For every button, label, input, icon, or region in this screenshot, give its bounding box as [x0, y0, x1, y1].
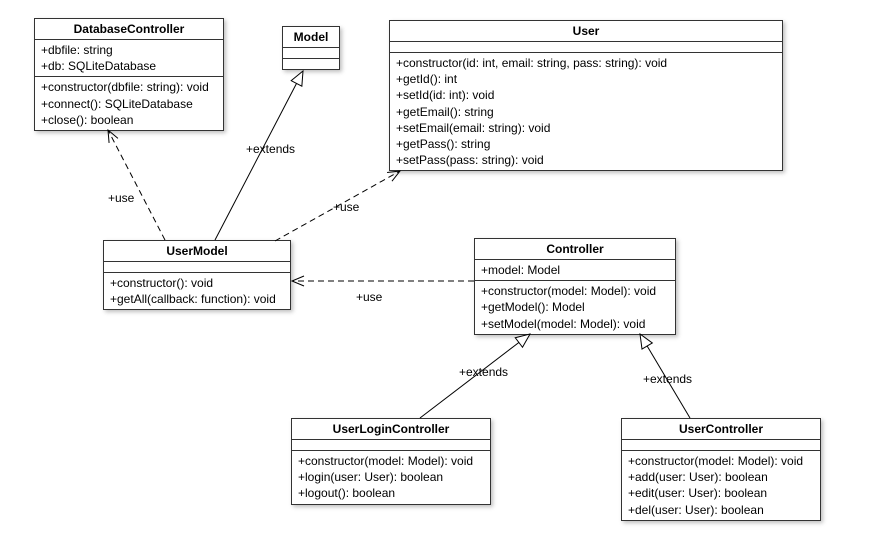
- class-database-controller: DatabaseController +dbfile: string +db: …: [34, 18, 224, 131]
- class-ops: +constructor(model: Model): void +getMod…: [475, 281, 675, 334]
- class-op: +constructor(dbfile: string): void: [41, 79, 217, 95]
- class-title: UserController: [622, 419, 820, 440]
- class-op: +connect(): SQLiteDatabase: [41, 96, 217, 112]
- class-attrs: [292, 440, 490, 451]
- class-ops: [283, 59, 339, 69]
- rel-label-use: +use: [108, 191, 134, 205]
- class-op: +setEmail(email: string): void: [396, 120, 776, 136]
- class-op: +del(user: User): boolean: [628, 502, 814, 518]
- class-model: Model: [282, 26, 340, 70]
- class-attrs: [390, 42, 782, 53]
- class-user-controller: UserController +constructor(model: Model…: [621, 418, 821, 521]
- class-ops: +constructor(model: Model): void +login(…: [292, 451, 490, 504]
- class-controller: Controller +model: Model +constructor(mo…: [474, 238, 676, 335]
- class-attrs: +dbfile: string +db: SQLiteDatabase: [35, 40, 223, 77]
- class-op: +constructor(model: Model): void: [628, 453, 814, 469]
- rel-label-extends: +extends: [246, 142, 295, 156]
- class-user-model: UserModel +constructor(): void +getAll(c…: [103, 240, 291, 310]
- class-op: +setModel(model: Model): void: [481, 316, 669, 332]
- class-op: +constructor(model: Model): void: [298, 453, 484, 469]
- rel-use-line: [108, 130, 165, 240]
- class-op: +constructor(): void: [110, 275, 284, 291]
- class-attrs: [283, 48, 339, 59]
- class-op: +setPass(pass: string): void: [396, 152, 776, 168]
- class-op: +setId(id: int): void: [396, 87, 776, 103]
- class-attrs: [104, 262, 290, 273]
- rel-label-use: +use: [356, 290, 382, 304]
- class-title: UserLoginController: [292, 419, 490, 440]
- class-op: +add(user: User): boolean: [628, 469, 814, 485]
- class-title: Controller: [475, 239, 675, 260]
- class-op: +getEmail(): string: [396, 104, 776, 120]
- class-op: +constructor(model: Model): void: [481, 283, 669, 299]
- class-op: +getAll(callback: function): void: [110, 291, 284, 307]
- rel-label-extends: +extends: [643, 372, 692, 386]
- rel-label-use: +use: [333, 200, 359, 214]
- class-ops: +constructor(): void +getAll(callback: f…: [104, 273, 290, 309]
- class-op: +edit(user: User): boolean: [628, 485, 814, 501]
- class-user-login-controller: UserLoginController +constructor(model: …: [291, 418, 491, 505]
- class-attrs: [622, 440, 820, 451]
- class-attr: +db: SQLiteDatabase: [41, 58, 217, 74]
- class-ops: +constructor(id: int, email: string, pas…: [390, 53, 782, 170]
- class-op: +getModel(): Model: [481, 299, 669, 315]
- class-op: +login(user: User): boolean: [298, 469, 484, 485]
- class-attr: +model: Model: [481, 262, 669, 278]
- class-attr: +dbfile: string: [41, 42, 217, 58]
- class-ops: +constructor(dbfile: string): void +conn…: [35, 77, 223, 130]
- class-attrs: +model: Model: [475, 260, 675, 281]
- class-op: +getPass(): string: [396, 136, 776, 152]
- class-title: User: [390, 21, 782, 42]
- class-op: +close(): boolean: [41, 112, 217, 128]
- class-op: +constructor(id: int, email: string, pas…: [396, 55, 776, 71]
- rel-label-extends: +extends: [459, 365, 508, 379]
- class-op: +logout(): boolean: [298, 485, 484, 501]
- class-user: User +constructor(id: int, email: string…: [389, 20, 783, 171]
- class-ops: +constructor(model: Model): void +add(us…: [622, 451, 820, 520]
- class-op: +getId(): int: [396, 71, 776, 87]
- class-title: Model: [283, 27, 339, 48]
- class-title: UserModel: [104, 241, 290, 262]
- class-title: DatabaseController: [35, 19, 223, 40]
